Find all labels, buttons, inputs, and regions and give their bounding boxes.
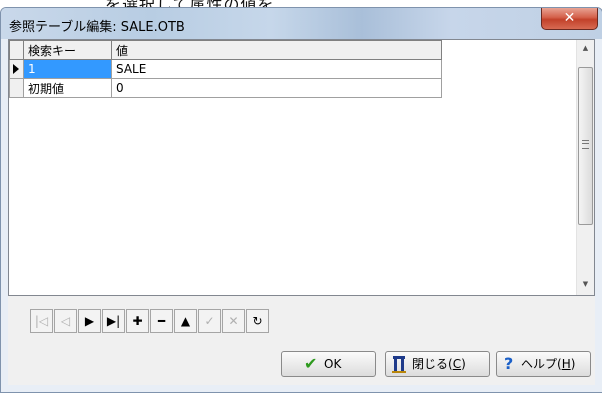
close-label-text: 閉じる( [412,357,453,371]
nav-delete-button[interactable]: ━ [150,309,173,333]
checkmark-icon: ✔ [304,354,318,373]
grid-header-row: 検索キー 値 [9,40,442,60]
cell-key[interactable]: 初期値 [23,78,112,98]
close-door-icon [392,355,406,378]
db-navigator: |◁ ◁ ▶ ▶| ✚ ━ ▲ ✓ ✕ ↻ [30,309,270,335]
nav-edit-button[interactable]: ▲ [174,309,197,333]
cell-value[interactable]: 0 [111,78,442,98]
nav-cancel-button[interactable]: ✕ [222,309,245,333]
close-window-button[interactable]: ✕ [541,8,598,30]
dialog-client-area: 検索キー 値 1 SALE 初期値 0 ▲ ▼ |◁ ◁ ▶ ▶| ✚ ━ ▲ … [8,39,595,385]
row-indicator [9,59,24,79]
vertical-scrollbar[interactable]: ▲ ▼ [576,40,594,295]
help-label-suffix: ) [570,357,576,371]
row-indicator-header [9,40,24,60]
grid-table: 検索キー 値 1 SALE 初期値 0 [9,40,442,98]
current-row-arrow-icon [13,64,19,74]
table-row[interactable]: 初期値 0 [9,78,442,98]
window-title: 参照テーブル編集: SALE.OTB [9,20,185,35]
scroll-up-arrow-icon[interactable]: ▲ [577,40,594,57]
close-button-label: 閉じる(C) [412,352,466,376]
help-mnemonic: H [561,357,571,371]
nav-last-button[interactable]: ▶| [102,309,125,333]
close-label-suffix: ) [461,357,466,371]
cell-value[interactable]: SALE [111,59,442,79]
nav-post-button[interactable]: ✓ [198,309,221,333]
ok-button-label: OK [324,357,342,371]
nav-refresh-button[interactable]: ↻ [246,309,269,333]
nav-prior-button[interactable]: ◁ [54,309,77,333]
title-bar[interactable]: 参照テーブル編集: SALE.OTB ✕ [1,8,602,39]
help-button[interactable]: ? ヘルプ(H) [496,351,591,377]
lookup-table-grid[interactable]: 検索キー 値 1 SALE 初期値 0 ▲ ▼ [8,39,595,296]
ok-button[interactable]: ✔ OK [281,351,376,377]
dialog-window: 参照テーブル編集: SALE.OTB ✕ 検索キー 値 1 SALE 初期値 0… [0,7,602,393]
column-header-key[interactable]: 検索キー [23,40,112,60]
nav-first-button[interactable]: |◁ [30,309,53,333]
help-question-icon: ? [504,354,514,373]
table-row[interactable]: 1 SALE [9,59,442,79]
close-mnemonic: C [452,357,462,371]
nav-next-button[interactable]: ▶ [78,309,101,333]
help-button-label: ヘルプ(H) [521,352,575,376]
column-header-value[interactable]: 値 [111,40,442,60]
thumb-grip-icon [582,140,589,149]
scroll-down-arrow-icon[interactable]: ▼ [577,276,594,293]
help-label-text: ヘルプ( [521,357,562,371]
nav-insert-button[interactable]: ✚ [126,309,149,333]
scrollbar-thumb[interactable] [578,67,593,225]
cell-key[interactable]: 1 [23,59,112,79]
row-indicator [9,78,24,98]
close-button[interactable]: 閉じる(C) [385,351,490,377]
